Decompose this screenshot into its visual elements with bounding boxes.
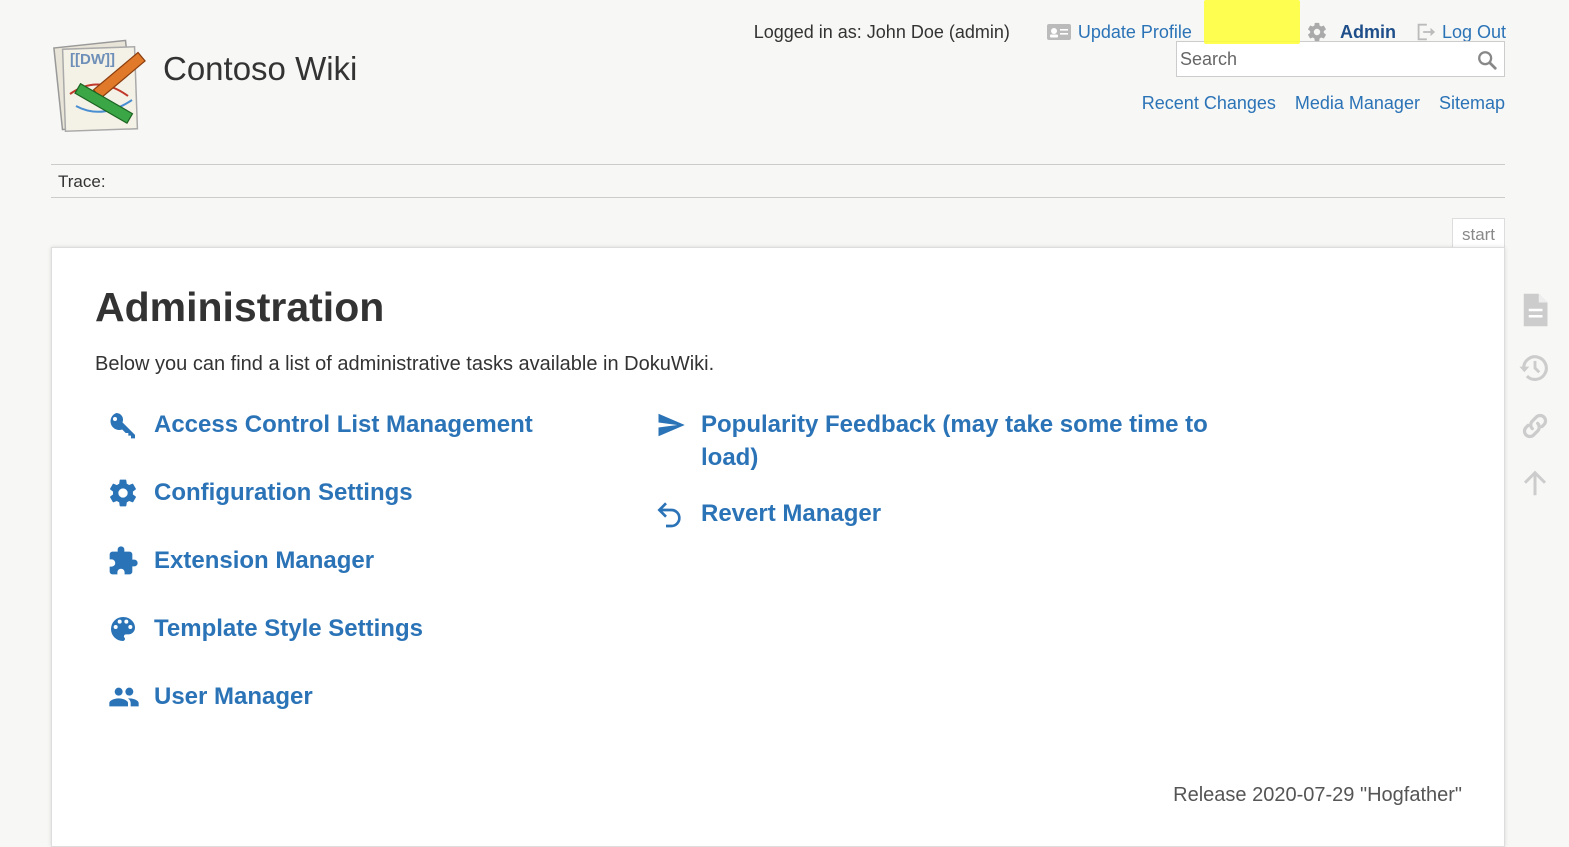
search-input[interactable] (1177, 42, 1465, 76)
admin-item-label: Configuration Settings (154, 479, 413, 506)
dokuwiki-logo[interactable]: [[DW]] (50, 36, 150, 134)
back-to-top-icon[interactable] (1517, 466, 1553, 502)
breadcrumb-trace: Trace: (58, 172, 106, 191)
svg-text:[[DW]]: [[DW]] (70, 51, 115, 68)
divider (51, 164, 1505, 165)
logged-in-label: Logged in as: John Doe (admin) (753, 21, 1010, 42)
update-profile-link[interactable]: Update Profile (1046, 22, 1192, 43)
search-icon[interactable] (1476, 49, 1498, 71)
media-manager-link[interactable]: Media Manager (1295, 93, 1420, 114)
admin-item-extension[interactable]: Extension Manager (107, 544, 374, 577)
yellow-highlight (1203, 0, 1300, 44)
page-content: Administration Below you can find a list… (51, 247, 1505, 847)
gear-icon (107, 476, 143, 509)
site-title[interactable]: Contoso Wiki (163, 50, 357, 88)
admin-label: Admin (1339, 21, 1396, 42)
old-revisions-icon[interactable] (1517, 350, 1553, 386)
admin-item-label: Access Control List Management (154, 411, 533, 438)
palette-icon (107, 612, 143, 645)
page-tools (1517, 292, 1553, 524)
key-icon (107, 408, 143, 441)
admin-item-config[interactable]: Configuration Settings (107, 476, 413, 509)
page-id-tab: start (1452, 218, 1505, 248)
undo-icon (654, 497, 690, 530)
profile-card-icon (1046, 24, 1071, 40)
send-icon (654, 408, 690, 441)
logout-icon (1417, 23, 1436, 41)
admin-item-acl[interactable]: Access Control List Management (107, 408, 533, 441)
gear-icon (1308, 22, 1326, 42)
page-title: Administration (95, 284, 385, 330)
admin-item-label: Extension Manager (154, 547, 375, 574)
site-tools: Recent Changes Media Manager Sitemap (1123, 93, 1505, 114)
update-profile-label: Update Profile (1077, 21, 1192, 42)
puzzle-icon (107, 544, 143, 577)
show-page-icon[interactable] (1517, 292, 1553, 328)
admin-item-label: Template Style Settings (154, 615, 423, 642)
backlinks-icon[interactable] (1517, 408, 1553, 444)
admin-item-users[interactable]: User Manager (107, 680, 313, 713)
admin-item-revert[interactable]: Revert Manager (654, 497, 881, 530)
admin-item-popularity[interactable]: Popularity Feedback (may take some time … (654, 408, 1214, 474)
admin-item-label: Revert Manager (701, 500, 882, 527)
release-info: Release 2020-07-29 "Hogfather" (1173, 784, 1462, 806)
header: [[DW]] Contoso Wiki Logged in as: John D… (0, 0, 1569, 160)
divider (51, 197, 1505, 198)
sitemap-link[interactable]: Sitemap (1439, 93, 1505, 114)
log-out-link[interactable]: Log Out (1414, 21, 1506, 43)
users-icon (107, 680, 143, 713)
log-out-label: Log Out (1441, 21, 1506, 42)
admin-item-style[interactable]: Template Style Settings (107, 612, 423, 645)
admin-item-label: User Manager (154, 683, 313, 710)
intro-text: Below you can find a list of administrat… (95, 353, 715, 375)
recent-changes-link[interactable]: Recent Changes (1142, 93, 1276, 114)
search-box (1176, 41, 1505, 77)
admin-item-label: Popularity Feedback (may take some time … (701, 411, 1208, 471)
